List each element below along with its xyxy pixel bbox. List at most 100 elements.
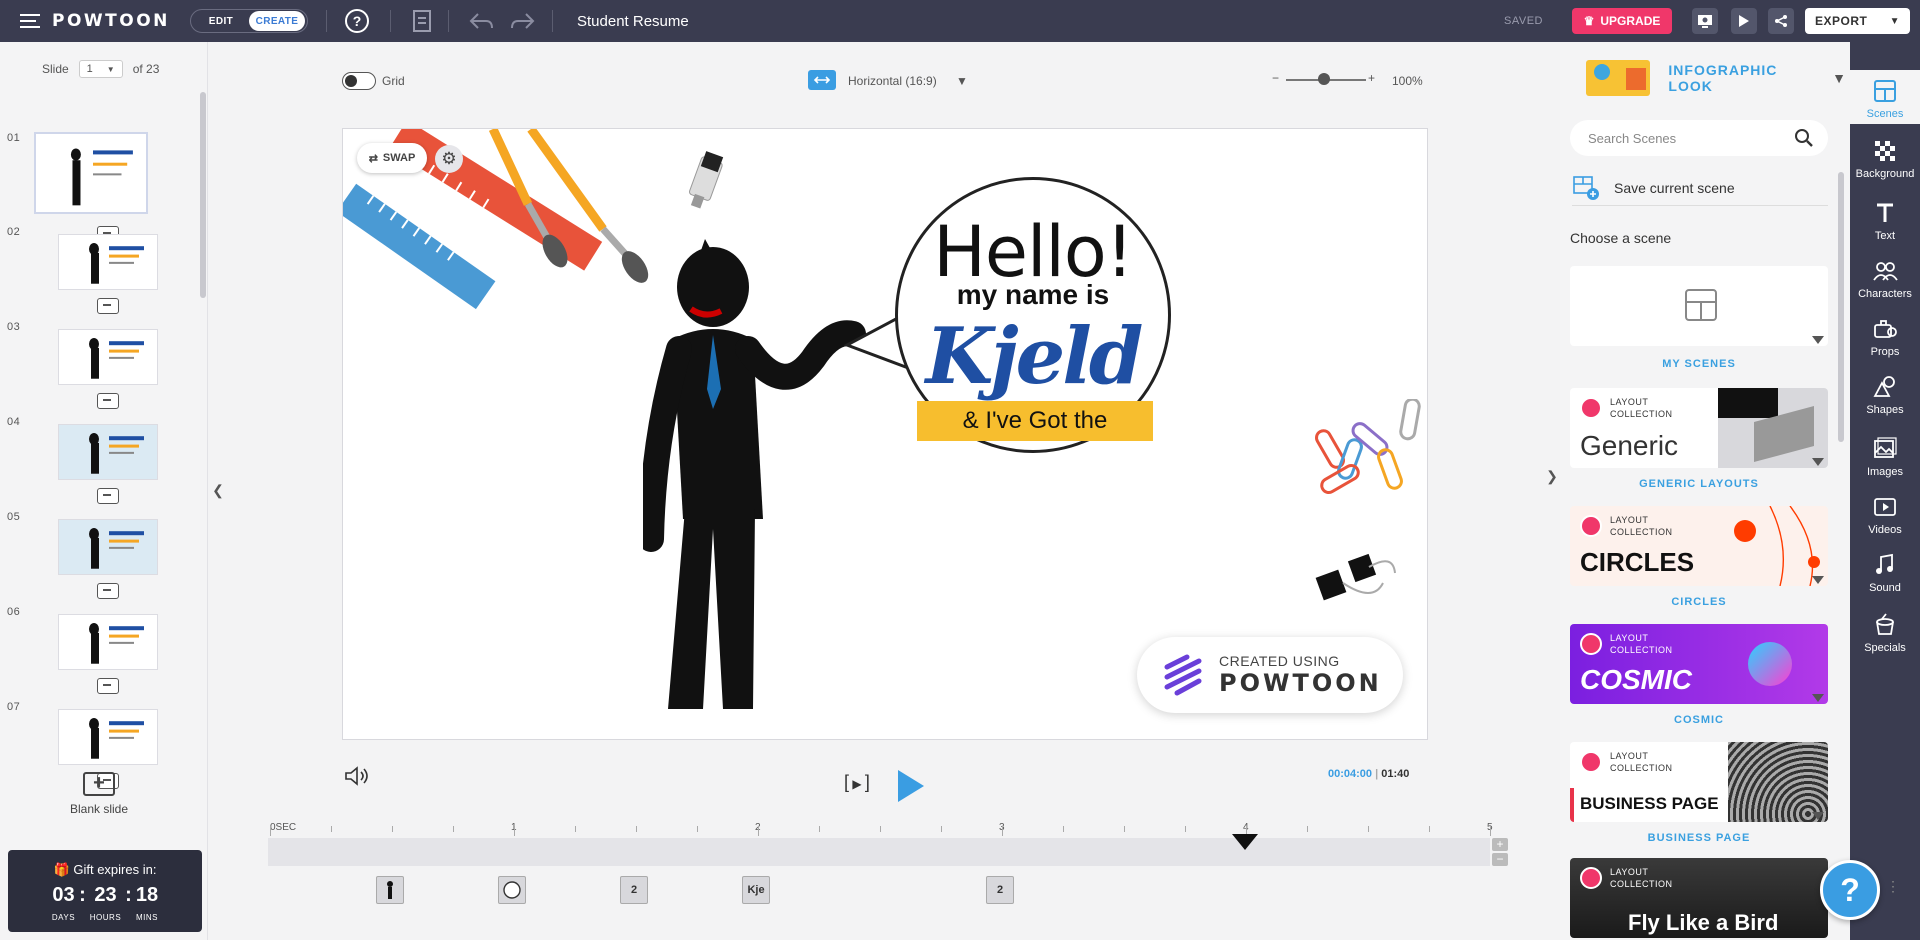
zoom-out-button[interactable]: − — [1272, 71, 1279, 85]
save-current-scene-button[interactable]: Save current scene — [1572, 170, 1828, 206]
redo-icon[interactable] — [510, 0, 536, 42]
transition-icon[interactable] — [97, 678, 119, 694]
chevron-down-icon: ▼ — [106, 64, 115, 74]
edit-mode-button[interactable]: EDIT — [193, 11, 249, 31]
slide-thumbnail[interactable] — [58, 424, 158, 480]
chevron-down-icon[interactable]: ▼ — [956, 74, 968, 88]
tool-characters[interactable]: Characters — [1850, 250, 1920, 304]
tool-images[interactable]: Images — [1850, 428, 1920, 482]
chevron-down-icon[interactable] — [1812, 458, 1824, 466]
tool-videos[interactable]: Videos — [1850, 486, 1920, 540]
scenes-icon — [1874, 80, 1896, 102]
play-scene-button[interactable]: [ ▶ ] — [844, 772, 870, 793]
share-button[interactable] — [1768, 8, 1794, 34]
chevron-down-icon[interactable] — [1812, 812, 1824, 820]
gift-countdown[interactable]: 🎁 Gift expires in: 03 DAYS : 23 HOURS : 18… — [8, 850, 202, 932]
collapse-right-panel-icon[interactable]: ❯ — [1544, 462, 1560, 490]
notes-icon[interactable] — [412, 0, 434, 42]
scene-card-circles[interactable]: LAYOUT COLLECTION CIRCLES — [1570, 506, 1828, 586]
tool-scenes[interactable]: Scenes — [1850, 70, 1920, 124]
record-screen-button[interactable] — [1692, 8, 1718, 34]
tool-specials[interactable]: Specials — [1850, 604, 1920, 658]
tool-sound[interactable]: Sound — [1850, 544, 1920, 598]
slide-number: 03 — [7, 321, 21, 333]
name-intro-text[interactable]: my name is — [913, 279, 1153, 311]
scenes-scrollbar[interactable] — [1838, 172, 1844, 442]
chevron-down-icon[interactable] — [1812, 694, 1824, 702]
zoom-in-button[interactable]: + — [1368, 71, 1375, 85]
orientation-label[interactable]: Horizontal (16:9) — [848, 74, 937, 88]
look-selector[interactable]: INFOGRAPHIC LOOK ▼ — [1586, 58, 1846, 98]
search-placeholder: Search Scenes — [1588, 130, 1677, 146]
tool-text[interactable]: Text — [1850, 192, 1920, 246]
upgrade-button[interactable]: ♛ UPGRADE — [1572, 8, 1672, 34]
blank-slide-button[interactable]: + Blank slide — [70, 772, 128, 816]
slides-scrollbar[interactable] — [200, 92, 206, 298]
transition-icon[interactable] — [97, 488, 119, 504]
layout-collection-tag: LAYOUT COLLECTION — [1580, 396, 1673, 420]
scene-card-my-scenes[interactable] — [1570, 266, 1828, 346]
scene-card-fly-like-a-bird[interactable]: LAYOUT COLLECTION Fly Like a Bird — [1570, 858, 1828, 938]
paperclips-image[interactable] — [1303, 399, 1429, 509]
create-mode-button[interactable]: CREATE — [249, 11, 305, 31]
play-button[interactable] — [896, 768, 926, 807]
gear-icon[interactable]: ⚙ — [435, 145, 463, 173]
search-scenes-input[interactable]: Search Scenes — [1570, 120, 1828, 156]
slide-canvas[interactable]: ⇄ SWAP ⚙ Hello! my name is Kjeld & I've … — [342, 128, 1428, 740]
collapse-left-panel-icon[interactable]: ❮ — [210, 476, 226, 504]
scene-card-business-page[interactable]: LAYOUT COLLECTION BUSINESS PAGE — [1570, 742, 1828, 822]
timeline-tick-mark — [1185, 826, 1186, 832]
scene-card-generic[interactable]: LAYOUT COLLECTION Generic — [1570, 388, 1828, 468]
tool-props[interactable]: Props — [1850, 308, 1920, 362]
slide-thumbnail[interactable] — [58, 329, 158, 385]
grid-toggle[interactable] — [342, 72, 376, 90]
undo-icon[interactable] — [468, 0, 494, 42]
timeline-zoom-in-button[interactable]: + — [1492, 838, 1508, 851]
slide-thumbnail[interactable] — [58, 614, 158, 670]
slide-thumbnail[interactable] — [34, 132, 148, 214]
playhead-marker[interactable] — [1230, 832, 1260, 852]
chevron-down-icon[interactable] — [1812, 336, 1824, 344]
swap-button[interactable]: ⇄ SWAP — [357, 143, 427, 173]
document-title[interactable]: Student Resume — [577, 0, 689, 42]
transition-icon[interactable] — [97, 298, 119, 314]
slide-select[interactable]: 1 ▼ — [78, 60, 123, 78]
slide-thumbnail[interactable] — [58, 519, 158, 575]
timeline-element[interactable] — [498, 876, 526, 904]
chevron-down-icon[interactable] — [1812, 576, 1824, 584]
look-label: INFOGRAPHIC LOOK — [1668, 62, 1778, 94]
export-button[interactable]: EXPORT ▼ — [1805, 8, 1910, 34]
timeline-element[interactable] — [376, 876, 404, 904]
zoom-slider-handle[interactable] — [1318, 73, 1330, 85]
binder-clips-image[interactable] — [1313, 543, 1403, 623]
timeline-tick-mark — [514, 826, 515, 836]
more-options-icon[interactable]: ⋮ — [1886, 878, 1900, 895]
transition-icon[interactable] — [97, 583, 119, 599]
menu-icon[interactable] — [20, 0, 40, 42]
timeline-track[interactable] — [268, 838, 1490, 866]
tool-background[interactable]: Background — [1850, 130, 1920, 184]
timeline-element[interactable]: 2 — [620, 876, 648, 904]
help-circle-icon[interactable]: ? — [344, 0, 370, 42]
character-element-icon — [387, 881, 393, 899]
infographic-look-thumbnail — [1586, 60, 1651, 96]
aspect-ratio-icon[interactable] — [808, 70, 836, 90]
banner-text[interactable]: & I've Got the — [917, 401, 1153, 441]
mode-switch[interactable]: EDIT CREATE — [190, 9, 308, 33]
scene-card-cosmic[interactable]: LAYOUT COLLECTION COSMIC — [1570, 624, 1828, 704]
name-text[interactable]: Kjeld — [905, 311, 1161, 402]
timeline-element[interactable]: 2 — [986, 876, 1014, 904]
usb-drive-image[interactable] — [681, 149, 731, 219]
volume-icon[interactable] — [344, 766, 372, 789]
timeline-zoom-out-button[interactable]: − — [1492, 853, 1508, 866]
transition-icon[interactable] — [97, 393, 119, 409]
search-icon[interactable] — [1794, 128, 1814, 148]
created-using-powtoon-badge[interactable]: CREATED USING POWTOON — [1137, 637, 1403, 713]
slide-thumbnail[interactable] — [58, 709, 158, 765]
tool-shapes[interactable]: Shapes — [1850, 366, 1920, 420]
slide-thumbnail[interactable] — [58, 234, 158, 290]
timeline-element[interactable]: Kje — [742, 876, 770, 904]
preview-button[interactable] — [1731, 8, 1757, 34]
help-button[interactable]: ? — [1820, 860, 1880, 920]
powtoon-editor: POWTOON EDIT CREATE ? Student Resume SAV… — [0, 0, 1920, 940]
